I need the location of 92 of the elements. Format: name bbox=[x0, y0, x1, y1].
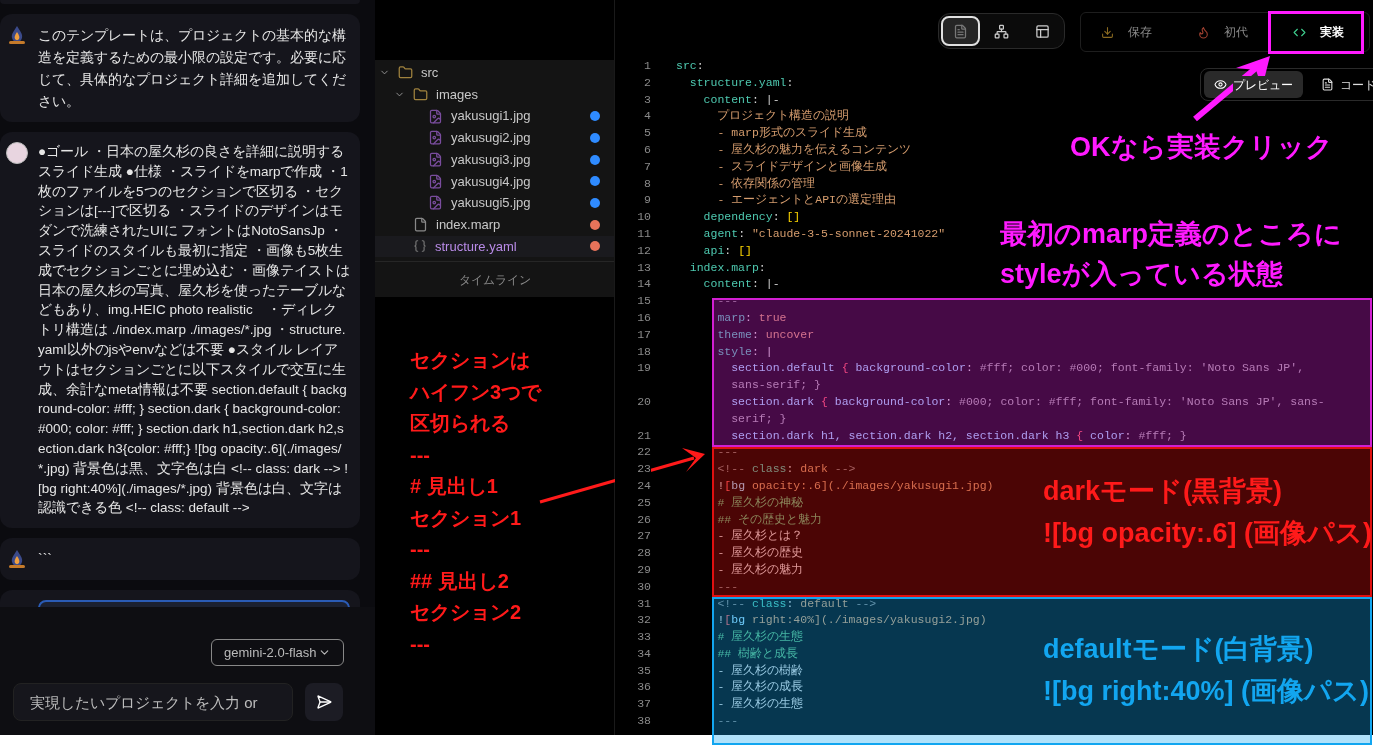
file-name: yakusugi5.jpg bbox=[451, 194, 532, 213]
annotation-note: セクションは ハイフン3つで 区切られる --- # 見出し1 セクション1 --- ## 見出し2 セクション2 --- bbox=[410, 348, 542, 657]
image-file-icon bbox=[428, 108, 443, 124]
action-button[interactable]: 初代 bbox=[1177, 13, 1273, 51]
file-name: yakusugi2.jpg bbox=[451, 129, 532, 148]
flame-avatar-icon bbox=[6, 24, 28, 46]
file-name: index.marp bbox=[436, 215, 502, 234]
code-line: - 屋久杉の魅力を伝えるコンテンツ bbox=[716, 142, 912, 158]
send-icon bbox=[316, 694, 332, 710]
code-line: - スライドデザインと画像生成 bbox=[716, 158, 888, 175]
editor-tab[interactable]: プレビュー bbox=[1204, 71, 1303, 98]
code-line: style: | bbox=[716, 343, 773, 360]
code-line: content: |- bbox=[702, 276, 780, 293]
code-line: ![bg right:40%](./images/yakusugi2.jpg) bbox=[716, 612, 987, 629]
tree-item[interactable]: src bbox=[375, 62, 614, 84]
file-name: yakusugi4.jpg bbox=[451, 172, 532, 191]
image-file-icon bbox=[428, 173, 443, 189]
flame-icon bbox=[1197, 25, 1210, 39]
action-button[interactable]: 保存 bbox=[1081, 13, 1177, 51]
eye-icon bbox=[1214, 78, 1227, 91]
timeline-label[interactable]: タイムライン bbox=[458, 270, 531, 289]
code-line: content: |- bbox=[702, 91, 780, 108]
image-file-icon bbox=[428, 130, 443, 146]
tree-item[interactable]: yakusugi3.jpg bbox=[375, 148, 614, 171]
document-icon bbox=[1321, 78, 1334, 91]
code-line: --- bbox=[716, 578, 739, 595]
code-line: src: bbox=[676, 58, 704, 74]
model-select[interactable]: gemini-2.0-flash bbox=[211, 639, 344, 666]
code-line: - 屋久杉の生態 bbox=[716, 696, 804, 713]
code-line: marp: true bbox=[716, 309, 787, 326]
code-line: - エージェントとAPIの選定理由 bbox=[716, 192, 896, 209]
tree-item[interactable]: yakusugi1.jpg bbox=[375, 105, 614, 128]
code-line: api: [] bbox=[702, 242, 752, 259]
code-line: ## 樹齢と成長 bbox=[716, 645, 799, 662]
send-button[interactable] bbox=[305, 683, 343, 721]
message-text: このテンプレートは、プロジェクトの基本的な構造を定義するための最小限の設定です。必要に応じて、具体的なプロジェクト詳細を追加してください。 bbox=[38, 26, 347, 111]
document-icon bbox=[953, 23, 968, 39]
code-line: - 屋久杉の樹齢 bbox=[716, 662, 804, 679]
code-line: --- bbox=[716, 293, 739, 310]
code-line: section.dark h1, section.dark h2, section.dark h3 { color: #fff; } bbox=[730, 427, 1187, 444]
flame-avatar-icon bbox=[6, 548, 28, 571]
view-tab[interactable] bbox=[941, 16, 980, 46]
code-line: # 屋久杉の生態 bbox=[716, 629, 804, 646]
code-line: structure.yaml: bbox=[688, 74, 794, 91]
code-line: ## その歴史と魅力 bbox=[716, 511, 823, 528]
code-line: section.dark { background-color: #000; color: #fff; font-family: 'Noto Sans JP', sans-serif; } bbox=[730, 393, 1326, 427]
file-name: src bbox=[421, 64, 440, 83]
tree-item[interactable]: yakusugi2.jpg bbox=[375, 127, 614, 149]
tree-item[interactable]: structure.yaml bbox=[375, 235, 614, 258]
code-line: theme: uncover bbox=[716, 326, 815, 343]
code-line: - 屋久杉の魅力 bbox=[716, 561, 804, 578]
user-avatar bbox=[6, 142, 28, 164]
code-line: <!-- class: dark --> bbox=[716, 461, 856, 478]
code-line: - 依存関係の管理 bbox=[716, 175, 816, 192]
code-line: --- bbox=[716, 713, 739, 730]
folder-icon bbox=[413, 87, 428, 103]
code-line: - marp形式のスライド生成 bbox=[716, 125, 867, 142]
annotation-note: OKなら実装クリック bbox=[1070, 131, 1333, 164]
code-line: agent: "claude-3-5-sonnet-20241022" bbox=[702, 225, 946, 242]
code-line: # 屋久杉の神秘 bbox=[716, 494, 804, 511]
file-name: yakusugi3.jpg bbox=[451, 150, 532, 169]
code-line: <!-- class: default --> bbox=[716, 595, 877, 612]
image-file-icon bbox=[428, 152, 443, 168]
prompt-input[interactable]: 実現したいプロジェクトを入力 or bbox=[13, 683, 293, 721]
annotation-note: defaultモード(白背景) ![bg right:40%] (画像パス) bbox=[1043, 633, 1369, 708]
code-line: index.marp: bbox=[688, 259, 766, 276]
tree-item[interactable]: index.marp bbox=[375, 213, 614, 236]
tree-item[interactable]: yakusugi4.jpg bbox=[375, 170, 614, 193]
message-text: ●ゴール ・日本の屋久杉の良さを詳細に説明するスライド生成 ●仕様 ・スライドをmarpで作成 ・1枚のファイルを5つのセクションで区切る ・セクションは[---]で区切る ・スライドのデザインはモダンで洗練されたUIに フォントはNotoSansJp ・スライドのスタイルも最初に指定 ・画像も5枚生成でセクションごとに埋め込む ・画像テイストは日本の屋久杉の写真、屋久杉を使ったテーブルなどもあり、img.HEIC photo realistic ・ディレクトリ構造は ./index.marp ./images/*.jpg ・structure.yaml以外のjsやenvなどは不要 ●スタイル レイアウトはセクションごとに以下スタイルで交互に生成、余計なmeta情報は不要 section.default { background-color: #fff; } section.dark { background-color: #000; color: #fff; } section.dark h1,section.dark h2,section.dark h3{color: #fff;} ![bg opacity:.6](./images/*.jpg) 背景色は黒、文字色は白 <!-- class: dark --> ![bg right:40%](./images/*.jpg) 背景色は白、文字は認識できる色 <!-- class: default --> bbox=[38, 143, 350, 518]
annotation-note: 最初のmarp定義のところに styleが入っている状態 bbox=[1000, 218, 1343, 291]
hierarchy-icon bbox=[994, 23, 1009, 39]
layout-icon bbox=[1035, 23, 1050, 39]
folder-icon bbox=[398, 65, 413, 81]
file-name: structure.yaml bbox=[435, 237, 518, 256]
message-text: ``` bbox=[38, 550, 52, 570]
action-button[interactable]: 実装 bbox=[1273, 13, 1369, 51]
code-line: --- bbox=[716, 444, 739, 461]
tree-item[interactable]: images bbox=[375, 83, 614, 106]
braces-icon bbox=[413, 239, 427, 254]
file-icon bbox=[413, 217, 428, 233]
tree-item[interactable]: yakusugi5.jpg bbox=[375, 192, 614, 214]
code-line: - 屋久杉とは？ bbox=[716, 528, 804, 545]
code-line: - 屋久杉の歴史 bbox=[716, 545, 804, 562]
file-name: images bbox=[436, 85, 479, 104]
code-line: ![bg opacity:.6](./images/yakusugi1.jpg) bbox=[716, 477, 994, 494]
code-line: section.default { background-color: #fff; color: #000; font-family: 'Noto Sans JP', sans-serif; } bbox=[730, 360, 1306, 394]
image-file-icon bbox=[428, 195, 443, 211]
file-name: yakusugi1.jpg bbox=[451, 107, 532, 126]
code-line: dependency: [] bbox=[702, 209, 801, 226]
code-line: プロジェクト構造の説明 bbox=[716, 108, 850, 125]
code-line: - 屋久杉の成長 bbox=[716, 679, 804, 696]
download-icon bbox=[1101, 25, 1114, 39]
